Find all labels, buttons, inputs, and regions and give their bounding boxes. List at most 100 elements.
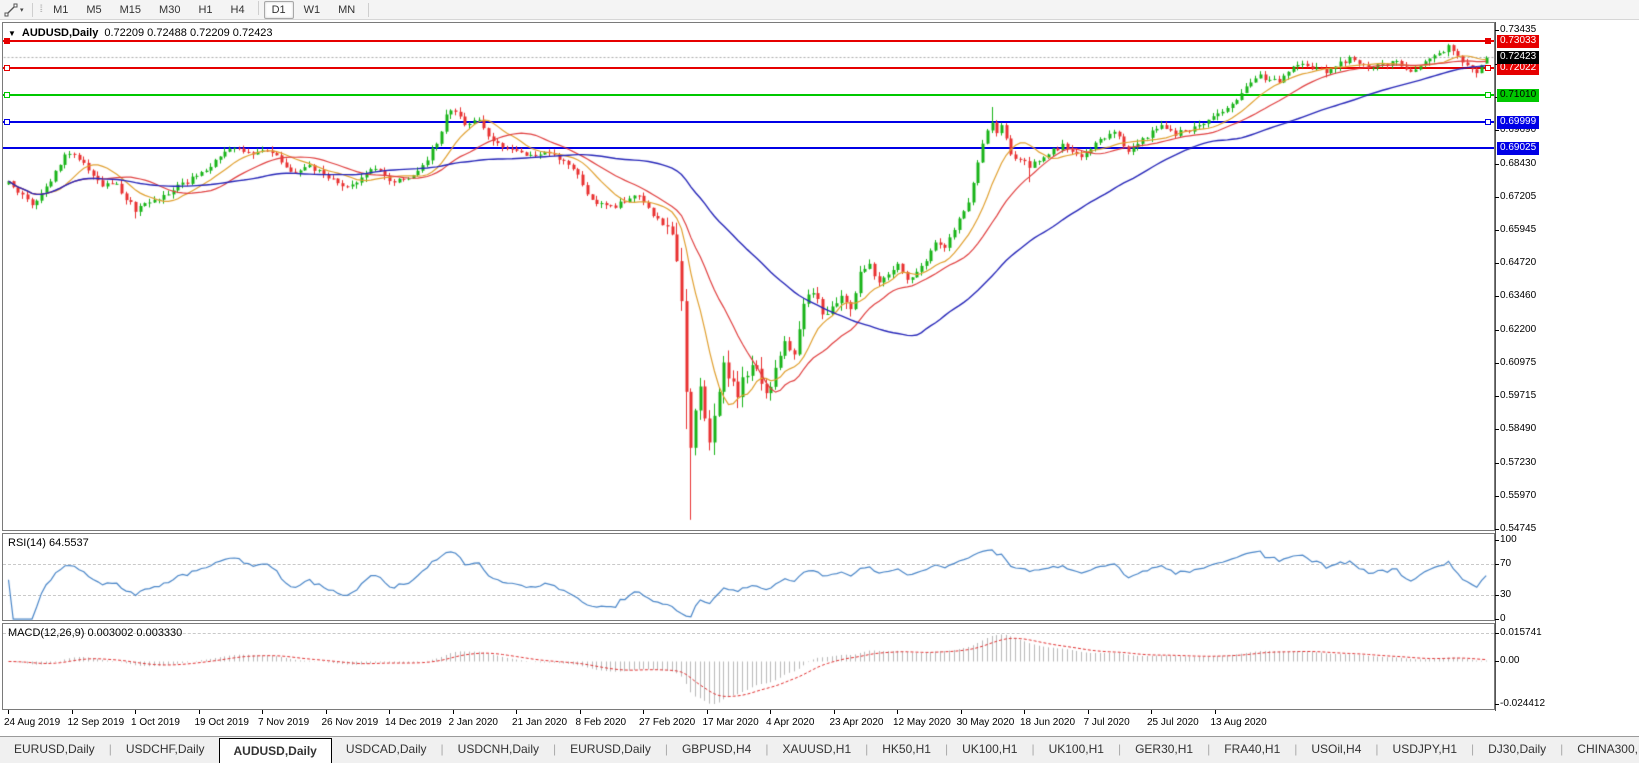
price-tick-label: 0.57230 bbox=[1500, 456, 1537, 468]
line-handle-left[interactable] bbox=[4, 92, 10, 99]
horizontal-level-line[interactable] bbox=[3, 40, 1494, 43]
price-tick-mark bbox=[1495, 329, 1499, 331]
price-chart-panel[interactable] bbox=[2, 22, 1495, 531]
line-handle-left[interactable] bbox=[4, 119, 10, 125]
date-tick-mark bbox=[1214, 710, 1216, 714]
horizontal-level-line[interactable] bbox=[3, 146, 1494, 149]
rsi-tick-label: 70 bbox=[1500, 557, 1512, 569]
price-tick-label: 0.68430 bbox=[1500, 157, 1537, 169]
rsi-tick-label: 30 bbox=[1500, 589, 1512, 600]
date-tick-mark bbox=[262, 710, 263, 714]
chart-tab-ger30-h1[interactable]: GER30,H1 bbox=[1121, 737, 1207, 763]
timeframe-button-h4[interactable]: H4 bbox=[223, 1, 253, 19]
rsi-tick-label: 0 bbox=[1500, 612, 1506, 624]
chevron-down-icon: ▾ bbox=[20, 6, 24, 14]
chart-tab-usdjpy-h1[interactable]: USDJPY,H1 bbox=[1379, 737, 1471, 763]
date-tick-label: 26 Nov 2019 bbox=[321, 717, 379, 728]
date-tick-mark bbox=[770, 710, 771, 714]
horizontal-level-line[interactable] bbox=[3, 121, 1494, 123]
chart-tab-dj30-daily[interactable]: DJ30,Daily bbox=[1474, 737, 1560, 763]
price-tick-label: 0.59715 bbox=[1500, 390, 1537, 402]
price-tick-label: 0.55970 bbox=[1500, 490, 1537, 502]
timeframe-button-m1[interactable]: M1 bbox=[45, 1, 76, 19]
date-tick-label: 21 Jan 2020 bbox=[512, 717, 568, 728]
chart-tab-usoil-h4[interactable]: USOil,H4 bbox=[1297, 737, 1375, 763]
price-tick-mark bbox=[1495, 362, 1499, 364]
timeframe-button-mn[interactable]: MN bbox=[330, 1, 363, 19]
level-price-label: 0.71010 bbox=[1497, 89, 1540, 103]
date-tick-label: 12 May 2020 bbox=[893, 717, 951, 728]
price-tick-label: 0.62200 bbox=[1500, 323, 1537, 335]
timeframe-buttons: M1 M5 M15 M30 H1 H4 D1 W1 MN bbox=[44, 0, 364, 19]
date-tick-label: 25 Jul 2020 bbox=[1147, 717, 1199, 728]
macd-panel[interactable] bbox=[2, 623, 1495, 710]
timeframe-button-m5[interactable]: M5 bbox=[78, 1, 109, 19]
date-tick-label: 7 Nov 2019 bbox=[258, 717, 310, 728]
chart-tab-eurusd-daily[interactable]: EURUSD,Daily bbox=[0, 737, 109, 763]
price-tick-mark bbox=[1495, 196, 1499, 198]
chart-tab-uk100-h1[interactable]: UK100,H1 bbox=[948, 737, 1031, 763]
price-tick-label: 0.64720 bbox=[1500, 256, 1537, 268]
timeframe-button-m15[interactable]: M15 bbox=[112, 1, 149, 19]
timeframe-button-d1[interactable]: D1 bbox=[263, 0, 294, 19]
line-handle-right[interactable] bbox=[1485, 65, 1491, 72]
chart-tab-xauusd-h1[interactable]: XAUUSD,H1 bbox=[768, 737, 865, 763]
date-tick-mark bbox=[706, 710, 708, 714]
price-tick-mark bbox=[1495, 262, 1499, 264]
chart-tab-china300-h1[interactable]: CHINA300,H1 bbox=[1563, 737, 1639, 763]
toolbar-separator bbox=[257, 0, 259, 15]
date-tick-label: 24 Aug 2019 bbox=[4, 717, 61, 728]
macd-tick-label: 0.015741 bbox=[1500, 627, 1542, 639]
line-handle-right[interactable] bbox=[1485, 92, 1491, 99]
price-tick-mark bbox=[1495, 496, 1499, 498]
chart-tab-fra40-h1[interactable]: FRA40,H1 bbox=[1210, 737, 1294, 763]
line-handle-right[interactable] bbox=[1485, 119, 1491, 125]
level-price-label: 0.73033 bbox=[1497, 35, 1540, 49]
price-tick-mark bbox=[1495, 163, 1499, 165]
toolbar-grip: ⁞⁞ bbox=[39, 4, 43, 15]
line-handle-right[interactable] bbox=[1485, 38, 1491, 45]
date-tick-label: 4 Apr 2020 bbox=[766, 717, 815, 728]
chart-tab-bar: EURUSD,Daily | USDCHF,Daily AUDUSD,Daily USD… bbox=[0, 736, 1639, 763]
macd-label: MACD(12,26,9) 0.003002 0.003330 bbox=[8, 627, 183, 639]
chart-tab-usdcnh-daily[interactable]: USDCNH,Daily bbox=[444, 737, 553, 763]
timeframe-button-h1[interactable]: H1 bbox=[190, 1, 220, 19]
date-tick-mark bbox=[325, 710, 327, 714]
date-tick-label: 12 Sep 2019 bbox=[67, 717, 125, 728]
draw-tool-button[interactable]: ▾ bbox=[0, 0, 28, 19]
current-price-label: 0.72423 bbox=[1497, 51, 1540, 65]
date-tick-mark bbox=[579, 710, 581, 714]
price-tick-label: 0.73435 bbox=[1500, 24, 1537, 36]
date-tick-label: 17 Mar 2020 bbox=[702, 717, 759, 728]
date-tick-mark bbox=[897, 710, 898, 714]
date-tick-mark bbox=[1087, 710, 1089, 714]
timeframe-button-m30[interactable]: M30 bbox=[151, 1, 188, 19]
price-axis-line bbox=[1495, 22, 1496, 711]
chart-tab-audusd-daily[interactable]: AUDUSD,Daily bbox=[218, 738, 332, 763]
date-tick-label: 7 Jul 2020 bbox=[1083, 717, 1130, 728]
chart-tab-eurusd-daily[interactable]: EURUSD,Daily bbox=[556, 737, 665, 763]
price-tick-mark bbox=[1495, 428, 1499, 430]
price-tick-label: 0.54745 bbox=[1500, 522, 1537, 534]
one-click-trading-toggle[interactable]: ▼ bbox=[8, 29, 16, 38]
date-tick-mark bbox=[516, 710, 517, 714]
date-tick-label: 13 Aug 2020 bbox=[1210, 717, 1267, 728]
rsi-panel[interactable] bbox=[2, 533, 1495, 621]
date-tick-label: 1 Oct 2019 bbox=[131, 717, 180, 728]
chart-tab-uk100-h1[interactable]: UK100,H1 bbox=[1035, 737, 1118, 763]
horizontal-level-line[interactable] bbox=[3, 94, 1494, 97]
macd-tick-mark bbox=[1495, 633, 1499, 635]
chart-tab-usdcad-daily[interactable]: USDCAD,Daily bbox=[332, 737, 441, 763]
horizontal-level-line[interactable] bbox=[3, 67, 1494, 70]
chart-tab-hk50-h1[interactable]: HK50,H1 bbox=[868, 737, 945, 763]
timeframe-button-w1[interactable]: W1 bbox=[296, 1, 329, 19]
level-price-label: 0.69025 bbox=[1497, 141, 1540, 155]
line-handle-left[interactable] bbox=[4, 65, 10, 72]
chart-tab-gbpusd-h4[interactable]: GBPUSD,H4 bbox=[668, 737, 765, 763]
chart-tab-usdchf-daily[interactable]: USDCHF,Daily bbox=[112, 737, 219, 763]
mt4-window: ▾ ⁞⁞ M1 M5 M15 M30 H1 H4 D1 W1 MN ▼ AUDUSD,Daily… bbox=[0, 0, 1639, 763]
price-tick-label: 0.60975 bbox=[1500, 356, 1537, 368]
date-tick-label: 23 Apr 2020 bbox=[829, 717, 884, 728]
macd-tick-label: 0.00 bbox=[1500, 655, 1520, 666]
line-draw-tool-icon bbox=[4, 3, 18, 16]
